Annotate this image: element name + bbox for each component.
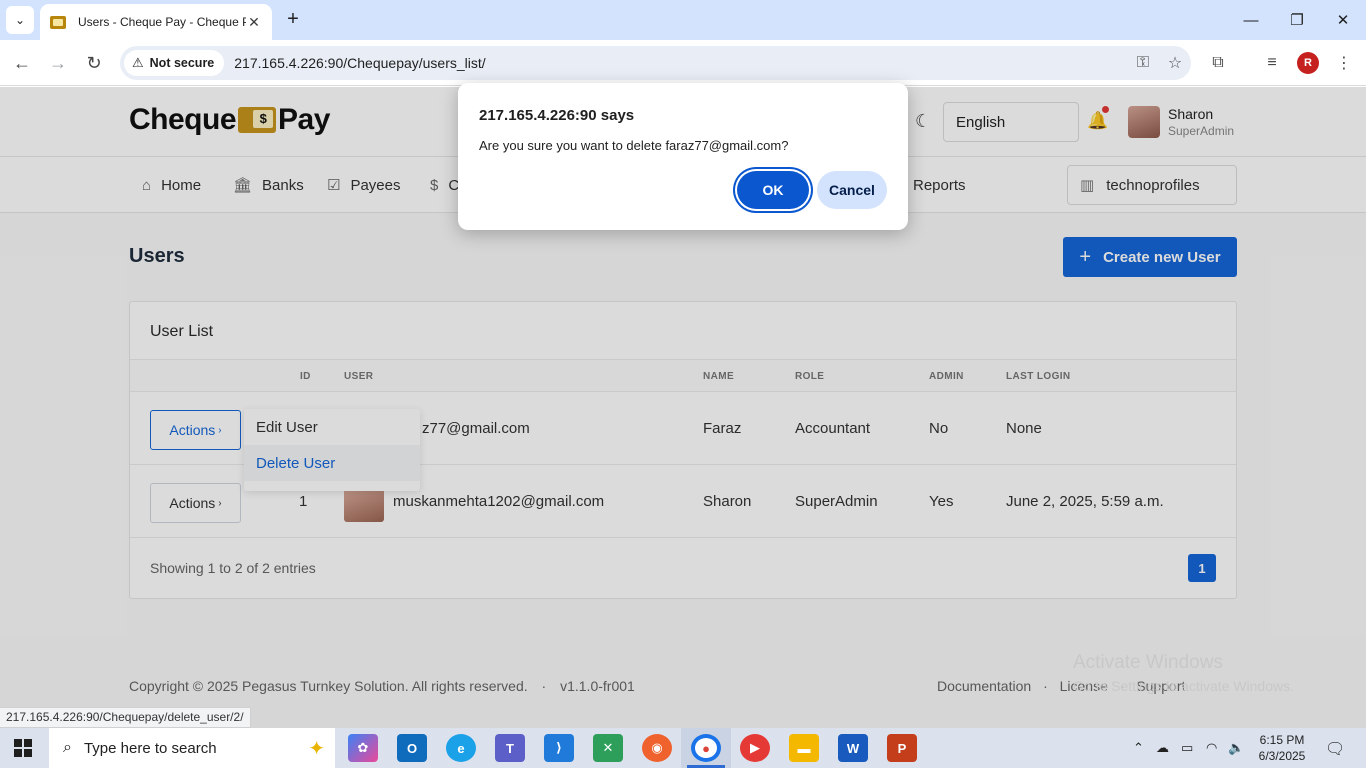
edge-app-icon[interactable]: e bbox=[446, 734, 476, 762]
clock-time: 6:15 PM bbox=[1259, 733, 1305, 747]
battery-icon[interactable]: ▭ bbox=[1181, 740, 1193, 756]
youtube-music-app-icon[interactable]: ▶ bbox=[740, 734, 770, 762]
restore-button[interactable]: ❐ bbox=[1274, 6, 1320, 34]
new-tab-button[interactable]: + bbox=[282, 8, 304, 30]
warning-icon: ⚠ bbox=[132, 55, 144, 70]
reload-button[interactable]: ↻ bbox=[80, 49, 108, 77]
clock-date: 6/3/2025 bbox=[1258, 749, 1306, 763]
copilot-sparkle-icon: ✦ bbox=[308, 738, 325, 760]
vscode-app-icon[interactable]: ⟩ bbox=[544, 734, 574, 762]
activate-windows-watermark: Activate Windows Go to Settings to activ… bbox=[1073, 652, 1294, 694]
tab-search-button[interactable]: ⌄ bbox=[6, 6, 34, 34]
file-explorer-app-icon[interactable]: ▬ bbox=[789, 734, 819, 762]
site-info-chip[interactable]: ⚠ Not secure bbox=[124, 50, 225, 76]
copilot-app-icon[interactable]: ✿ bbox=[348, 734, 378, 762]
bookmark-star-icon[interactable]: ☆ bbox=[1159, 53, 1191, 73]
url-text[interactable]: 217.165.4.226:90/Chequepay/users_list/ bbox=[234, 55, 1127, 71]
search-icon: ⌕ bbox=[63, 739, 72, 756]
notification-center-icon[interactable]: 🗨 bbox=[1325, 739, 1345, 759]
browser-tab-bar: ⌄ Users - Cheque Pay - Cheque P ✕ + — ❐ … bbox=[0, 0, 1366, 40]
word-app-icon[interactable]: W bbox=[838, 734, 868, 762]
taskbar-clock[interactable]: 6:15 PM 6/3/2025 bbox=[1258, 732, 1306, 764]
more-menu-icon[interactable]: ⋮ bbox=[1333, 52, 1355, 74]
dialog-title: 217.165.4.226:90 says bbox=[479, 107, 635, 124]
browser-toolbar: ← → ↻ ⚠ Not secure 217.165.4.226:90/Cheq… bbox=[0, 40, 1366, 86]
minimize-button[interactable]: — bbox=[1228, 6, 1274, 34]
taskbar-search[interactable]: ⌕ Type here to search ✦ bbox=[49, 728, 335, 768]
password-key-icon[interactable]: ⚿ bbox=[1127, 54, 1159, 72]
powerpoint-app-icon[interactable]: P bbox=[887, 734, 917, 762]
chrome-app-icon[interactable]: ● bbox=[691, 734, 721, 762]
back-button[interactable]: ← bbox=[8, 49, 36, 77]
forward-button[interactable]: → bbox=[44, 49, 72, 77]
windows-start-icon[interactable] bbox=[14, 739, 32, 757]
search-placeholder: Type here to search bbox=[83, 739, 217, 757]
ok-button[interactable]: OK bbox=[737, 171, 809, 209]
chevron-up-icon[interactable]: ⌃ bbox=[1133, 740, 1144, 756]
link-status-bubble: 217.165.4.226:90/Chequepay/delete_user/2… bbox=[0, 707, 251, 728]
cheque-favicon-icon bbox=[50, 15, 66, 29]
firefox-app-icon[interactable]: ◉ bbox=[642, 734, 672, 762]
activate-windows-subtitle: Go to Settings to activate Windows. bbox=[1073, 678, 1294, 694]
wifi-icon[interactable]: ◠ bbox=[1206, 740, 1217, 756]
teams-app-icon[interactable]: T bbox=[495, 734, 525, 762]
confirm-dialog: 217.165.4.226:90 says Are you sure you w… bbox=[458, 83, 908, 230]
address-bar[interactable]: ⚠ Not secure 217.165.4.226:90/Chequepay/… bbox=[120, 46, 1191, 80]
extensions-icon[interactable]: ⧉ bbox=[1207, 52, 1229, 74]
dialog-message: Are you sure you want to delete faraz77@… bbox=[479, 138, 789, 153]
volume-icon[interactable]: 🔈 bbox=[1228, 740, 1244, 756]
activate-windows-title: Activate Windows bbox=[1073, 652, 1223, 673]
cancel-button[interactable]: Cancel bbox=[817, 171, 887, 209]
cloud-icon[interactable]: ☁ bbox=[1156, 740, 1169, 756]
chevron-down-icon: ⌄ bbox=[14, 13, 26, 27]
close-window-button[interactable]: ✕ bbox=[1320, 6, 1366, 34]
browser-tab-active[interactable]: Users - Cheque Pay - Cheque P ✕ bbox=[40, 4, 272, 40]
windows-taskbar: ⌕ Type here to search ✦ ✿ O e T ⟩ ✕ ◉ ● … bbox=[0, 728, 1366, 768]
excel-like-app-icon[interactable]: ✕ bbox=[593, 734, 623, 762]
media-control-icon[interactable]: ≡ bbox=[1261, 52, 1283, 74]
profile-avatar[interactable]: R bbox=[1297, 52, 1319, 74]
outlook-app-icon[interactable]: O bbox=[397, 734, 427, 762]
not-secure-label: Not secure bbox=[149, 56, 215, 70]
close-tab-icon[interactable]: ✕ bbox=[246, 14, 262, 31]
tab-title: Users - Cheque Pay - Cheque P bbox=[78, 15, 246, 29]
